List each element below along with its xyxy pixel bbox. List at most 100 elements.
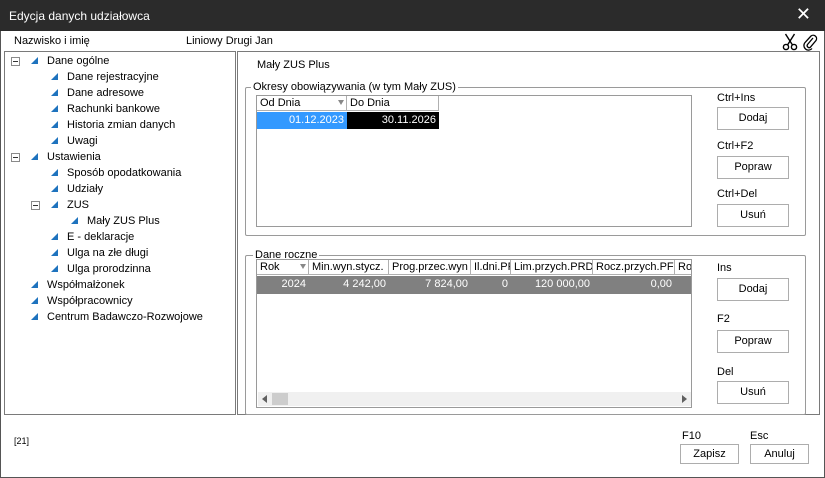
name-label: Nazwisko i imię [14,35,90,47]
paperclip-icon[interactable] [802,33,818,51]
tree-item-label: E - deklaracje [67,231,135,243]
shortcut-del: Del [717,366,734,378]
column-header-label: Min.wyn.stycz. [312,261,384,273]
section-title: Mały ZUS Plus [257,59,330,71]
column-header-label: Do Dnia [350,97,390,109]
table-cell[interactable]: 0,00 [593,276,675,293]
tree-item[interactable]: Udziały [9,181,233,197]
tree-item[interactable]: ZUS [9,197,233,213]
column-header-label: Rok [260,261,280,273]
tree-item[interactable]: Dane rejestracyjne [9,69,233,85]
tree-node-icon [31,297,38,304]
tree-item-label: Centrum Badawczo-Rozwojowe [47,311,203,323]
tree-node-icon [51,137,58,144]
tree-node-icon [31,313,38,320]
tree-item[interactable]: Rachunki bankowe [9,101,233,117]
tree-item[interactable]: Ulga prorodzinna [9,261,233,277]
tree-node-icon [51,201,58,208]
tree-item-label: Dane ogólne [47,55,110,67]
periods-grid[interactable]: Od Dnia Do Dnia 01.12.2023 30.11.2026 [256,95,692,227]
collapse-icon[interactable] [11,57,20,66]
filter-icon[interactable] [300,264,306,269]
column-header-label: Il.dni.PF [474,261,511,273]
tree-item[interactable]: Uwagi [9,133,233,149]
column-header[interactable]: Il.dni.PF [471,260,511,275]
table-cell[interactable]: 4 242,00 [309,276,389,293]
cell-do-dnia[interactable]: 30.11.2026 [347,112,439,129]
filter-icon[interactable] [338,100,344,105]
tree-item-label: Ulga na złe długi [67,247,149,259]
tree-item-label: Współmałżonek [47,279,125,291]
periods-add-button[interactable]: Dodaj [717,107,789,130]
tree-item[interactable]: Współmałżonek [9,277,233,293]
horizontal-scrollbar[interactable] [258,392,691,406]
shortcut-ctrl-ins: Ctrl+Ins [717,92,756,104]
column-header-do-dnia[interactable]: Do Dnia [347,96,439,111]
column-header[interactable]: Lim.przych.PRD [511,260,593,275]
periods-edit-button[interactable]: Popraw [717,156,789,179]
table-cell[interactable] [675,276,691,293]
tree-item-label: Udziały [67,183,104,195]
tree-item-label: Uwagi [67,135,98,147]
shortcut-f2: F2 [717,313,730,325]
table-cell[interactable]: 7 824,00 [389,276,471,293]
scroll-left-icon[interactable] [262,395,267,403]
tree-item-label: Historia zmian danych [67,119,176,131]
table-cell[interactable]: 120 000,00 [511,276,593,293]
tree-item[interactable]: Centrum Badawczo-Rozwojowe [9,309,233,325]
tree-node-icon [51,89,58,96]
column-header[interactable]: Min.wyn.stycz. [309,260,389,275]
scroll-thumb[interactable] [272,393,288,405]
tree-item-label: Ulga prorodzinna [67,263,151,275]
name-value: Liniowy Drugi Jan [186,35,273,47]
annual-grid[interactable]: Rok Min.wyn.stycz. Prog.przec.wyn Il.dni.PF… [256,259,692,408]
column-header[interactable]: Rok [257,260,309,275]
tree-node-icon [51,121,58,128]
navigation-tree: Dane ogólne Dane rejestracyjne Dane adreso… [4,51,236,415]
tree-item[interactable]: Dane adresowe [9,85,233,101]
shortcut-ins: Ins [717,262,732,274]
tree-item-label: Dane rejestracyjne [67,71,159,83]
tree-node-icon [51,249,58,256]
column-header-label: Roc [678,261,692,273]
tree-item[interactable]: Sposób opodatkowania [9,165,233,181]
tree-item-label: Mały ZUS Plus [87,215,160,227]
tree-item[interactable]: E - deklaracje [9,229,233,245]
tree-item[interactable]: Ulga na złe długi [9,245,233,261]
tree-item[interactable]: Ustawienia [9,149,233,165]
cell-od-dnia[interactable]: 01.12.2023 [257,112,347,129]
annual-add-button[interactable]: Dodaj [717,278,789,301]
scissors-icon[interactable] [782,33,798,51]
column-header-label: Lim.przych.PRD [514,261,593,273]
column-header-od-dnia[interactable]: Od Dnia [257,96,347,111]
annual-remove-button[interactable]: Usuń [717,381,789,404]
column-header[interactable]: Rocz.przych.PF [593,260,675,275]
tree-node-icon [31,281,38,288]
tree-item-label: ZUS [67,199,89,211]
periods-remove-button[interactable]: Usuń [717,204,789,227]
tree-item[interactable]: Współpracownicy [9,293,233,309]
close-icon[interactable]: ✕ [796,4,811,24]
scroll-right-icon[interactable] [682,395,687,403]
tree-item-label: Ustawienia [47,151,101,163]
collapse-icon[interactable] [31,201,40,210]
shortcut-esc: Esc [750,430,769,442]
column-header[interactable]: Roc [675,260,692,275]
header-icons [782,33,820,51]
collapse-icon[interactable] [11,153,20,162]
tree-node-icon [51,169,58,176]
record-code: [21] [14,436,30,446]
table-cell[interactable]: 0 [471,276,511,293]
annual-edit-button[interactable]: Popraw [717,330,789,353]
column-header[interactable]: Prog.przec.wyn [389,260,471,275]
tree-item[interactable]: Mały ZUS Plus [9,213,233,229]
column-header-label: Prog.przec.wyn [392,261,468,273]
tree-node-icon [51,105,58,112]
save-button[interactable]: Zapisz [680,444,739,464]
cancel-button[interactable]: Anuluj [750,444,809,464]
table-cell[interactable]: 2024 [257,276,309,293]
tree-node-icon [51,73,58,80]
tree-item[interactable]: Dane ogólne [9,53,233,69]
tree-node-icon [51,233,58,240]
tree-item[interactable]: Historia zmian danych [9,117,233,133]
